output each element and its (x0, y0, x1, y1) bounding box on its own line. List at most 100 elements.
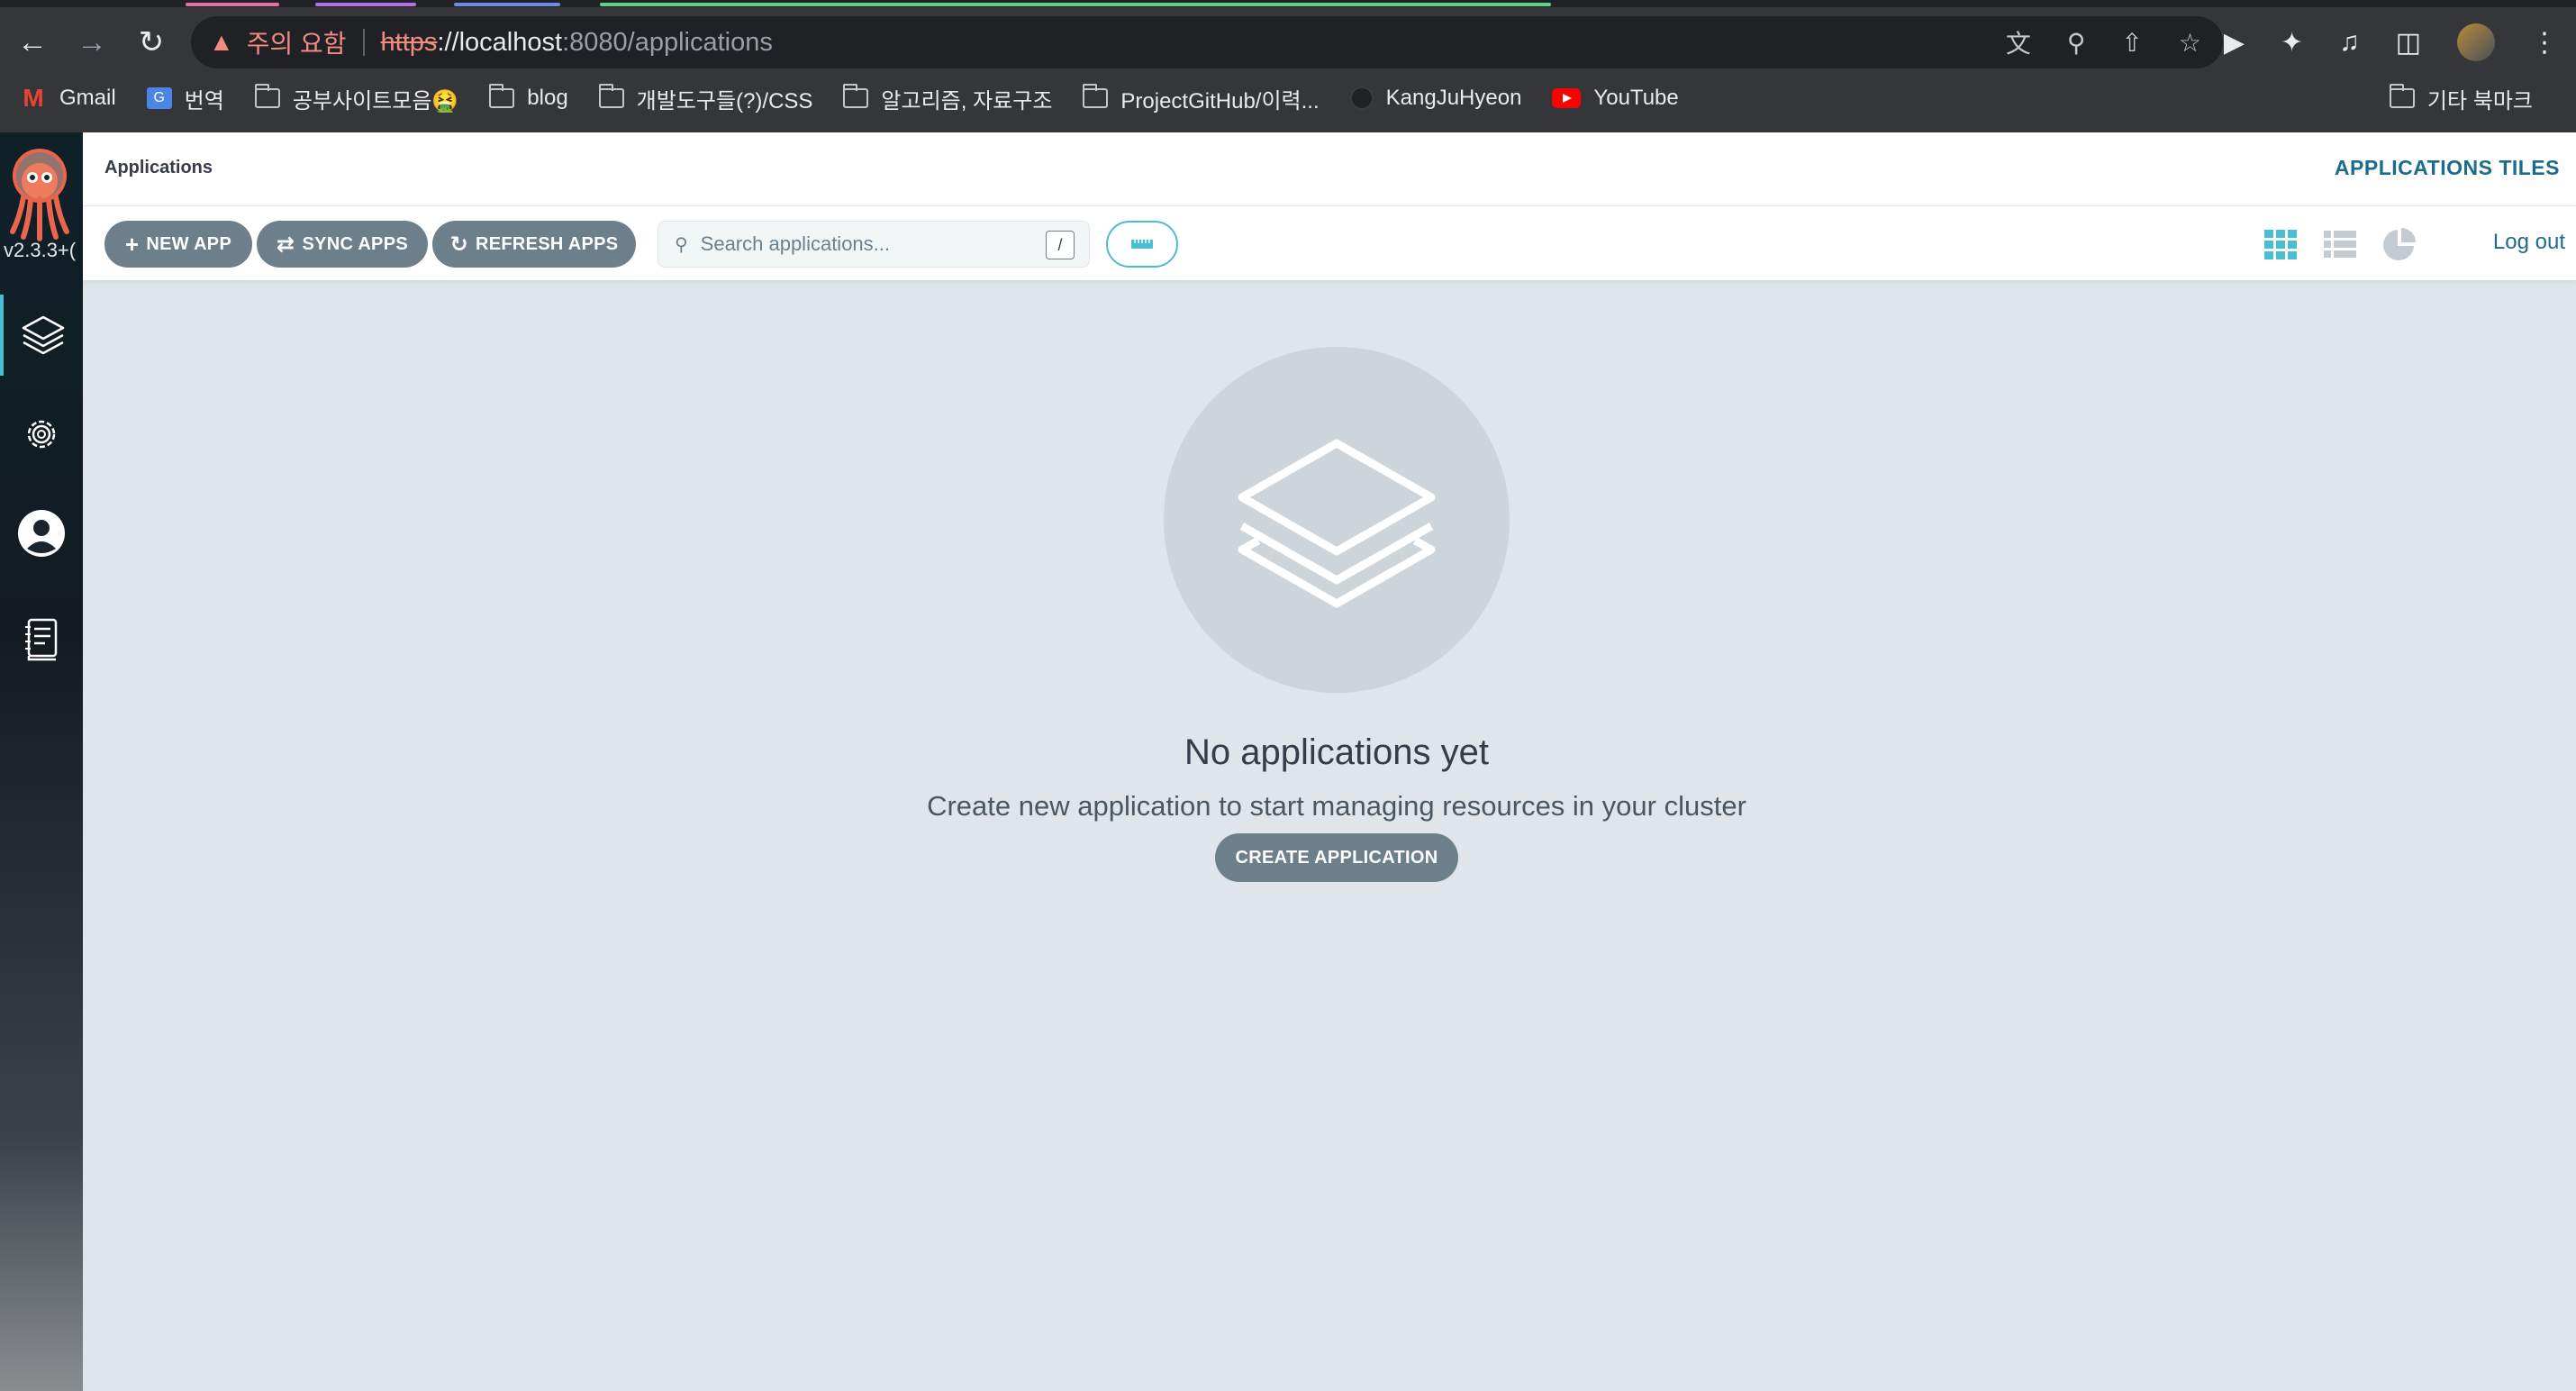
tab-indicator[interactable] (186, 3, 279, 6)
view-title: APPLICATIONS TILES (2334, 156, 2560, 179)
bookmark-gmail[interactable]: M Gmail (20, 84, 116, 112)
share-icon[interactable]: ⇧ (2121, 28, 2142, 58)
main-content: Applications APPLICATIONS TILES + NEW AP… (83, 132, 2576, 1391)
docs-icon (25, 618, 58, 661)
refresh-apps-label: REFRESH APPS (475, 233, 619, 254)
url-scheme: https (380, 27, 438, 57)
logout-link[interactable]: Log out (2493, 230, 2565, 255)
search-box[interactable]: ⚲ / (658, 221, 1090, 268)
refresh-apps-button[interactable]: ↻ REFRESH APPS (432, 221, 636, 268)
user-icon (18, 510, 65, 557)
url-host: ://localhost (437, 27, 563, 57)
url-path: :8080/applications (562, 27, 773, 57)
side-panel-icon[interactable]: ◫ (2396, 27, 2421, 59)
reload-button[interactable]: ↻ (124, 15, 178, 69)
omnibox-divider (362, 29, 365, 56)
bookmark-star-icon[interactable]: ☆ (2179, 28, 2201, 58)
bookmark-translate[interactable]: G 번역 (146, 83, 224, 114)
bookmarks-bar: M Gmail G 번역 공부사이트모음🤮 blog 개발도구들(?)/CSS 알고… (0, 79, 2576, 117)
folder-icon (489, 84, 515, 108)
sidebar-item-settings[interactable] (0, 394, 83, 475)
refresh-icon: ↻ (449, 232, 468, 257)
warning-icon: ▲ (209, 28, 234, 56)
tab-strip (0, 0, 2576, 7)
bookmark-label: blog (527, 86, 568, 110)
folder-icon (598, 84, 624, 108)
tab-indicator-active[interactable] (600, 3, 1551, 6)
new-app-label: NEW APP (146, 233, 232, 254)
media-icon[interactable]: ♫ (2339, 27, 2360, 58)
empty-state-subtitle: Create new application to start managing… (927, 790, 1746, 822)
bookmark-label: 개발도구들(?)/CSS (636, 88, 813, 114)
empty-state-illustration (1164, 347, 1510, 693)
tiles-view-icon[interactable] (2263, 228, 2299, 260)
empty-state-title: No applications yet (1184, 732, 1489, 772)
bookmark-label: Gmail (59, 86, 116, 110)
bookmark-youtube[interactable]: YouTube (1552, 86, 1679, 111)
sidebar-item-applications[interactable] (0, 295, 83, 376)
bookmark-folder[interactable]: ProjectGitHub/이력... (1083, 83, 1320, 114)
extensions-area: ▶ ✦ ♫ ◫ ⋮ (2224, 16, 2558, 68)
browser-chrome: ← → ↻ ▲ 주의 요함 https://localhost:8080/app… (0, 0, 2576, 132)
bookmark-folder[interactable]: 개발도구들(?)/CSS (598, 83, 813, 114)
new-app-button[interactable]: + NEW APP (104, 221, 252, 268)
bookmark-label: YouTube (1593, 86, 1679, 110)
puzzle-icon[interactable]: ✦ (2281, 27, 2303, 59)
version-label: v2.3.3+( (4, 239, 77, 261)
bookmark-other[interactable]: 기타 북마크 (2389, 83, 2533, 114)
sync-icon: ⇄ (277, 232, 295, 257)
breadcrumb[interactable]: Applications (104, 158, 213, 178)
zoom-icon[interactable]: ⚲ (2067, 28, 2086, 58)
folder-icon (843, 84, 869, 108)
sync-apps-label: SYNC APPS (302, 233, 408, 254)
tab-indicator[interactable] (454, 3, 560, 6)
translate-icon: G (146, 87, 172, 109)
bookmark-label: ProjectGitHub/이력... (1120, 88, 1320, 114)
bookmark-folder[interactable]: blog (489, 84, 568, 111)
omnibox-actions: 文 ⚲ ⇧ ☆ (2006, 16, 2201, 68)
bookmark-label: 기타 북마크 (2426, 88, 2533, 114)
bookmark-github[interactable]: KangJuHyeon (1349, 86, 1521, 111)
github-icon (1349, 86, 1374, 110)
extension-icon[interactable]: ▶ (2224, 27, 2245, 59)
youtube-icon (1552, 88, 1582, 108)
argocd-app: v2.3.3+(Applications APPLICATIONS TILES… (0, 132, 2576, 1391)
forward-button[interactable]: → (65, 15, 119, 69)
bookmark-label: 공부사이트모음🤮 (292, 88, 459, 114)
tab-indicator[interactable] (315, 3, 416, 6)
plus-icon: + (124, 230, 140, 258)
bookmark-folder[interactable]: 공부사이트모음🤮 (254, 83, 459, 114)
layers-icon (22, 315, 65, 355)
translate-icon[interactable]: 文 (2006, 24, 2031, 60)
url-text[interactable]: https://localhost:8080/applications (381, 28, 773, 58)
action-bar: + NEW APP ⇄ SYNC APPS ↻ REFRESH APPS ⚲ / (83, 206, 2576, 280)
summary-view-icon[interactable] (2381, 226, 2417, 262)
folder-icon (2389, 84, 2415, 108)
keyboard-icon (1131, 240, 1153, 249)
sync-apps-button[interactable]: ⇄ SYNC APPS (257, 221, 428, 268)
security-warning-label: 주의 요함 (246, 30, 347, 58)
sidebar-item-user-info[interactable] (0, 493, 83, 574)
gmail-icon: M (23, 84, 44, 112)
list-view-icon[interactable] (2322, 228, 2358, 260)
sidebar-item-documentation[interactable] (0, 599, 83, 680)
gear-icon (27, 420, 56, 449)
create-application-button[interactable]: CREATE APPLICATION (1215, 833, 1458, 882)
view-switcher (2263, 226, 2417, 262)
address-bar[interactable]: ▲ 주의 요함 https://localhost:8080/applicati… (191, 16, 2223, 68)
layers-icon (1238, 439, 1436, 608)
search-input[interactable] (700, 232, 1025, 256)
argo-logo[interactable] (4, 145, 76, 244)
security-warning[interactable]: ▲ 주의 요함 (209, 24, 347, 60)
filters-button[interactable] (1106, 221, 1178, 268)
back-button[interactable]: ← (5, 15, 59, 69)
page-header: Applications APPLICATIONS TILES (83, 132, 2576, 206)
bookmark-label: 번역 (184, 88, 224, 114)
bookmark-folder[interactable]: 알고리즘, 자료구조 (843, 83, 1052, 114)
profile-avatar[interactable] (2457, 23, 2495, 61)
search-shortcut-key: / (1046, 231, 1075, 259)
folder-icon (254, 84, 280, 108)
search-icon: ⚲ (675, 234, 688, 255)
menu-icon[interactable]: ⋮ (2531, 27, 2558, 59)
bookmark-label: 알고리즘, 자료구조 (881, 88, 1053, 114)
